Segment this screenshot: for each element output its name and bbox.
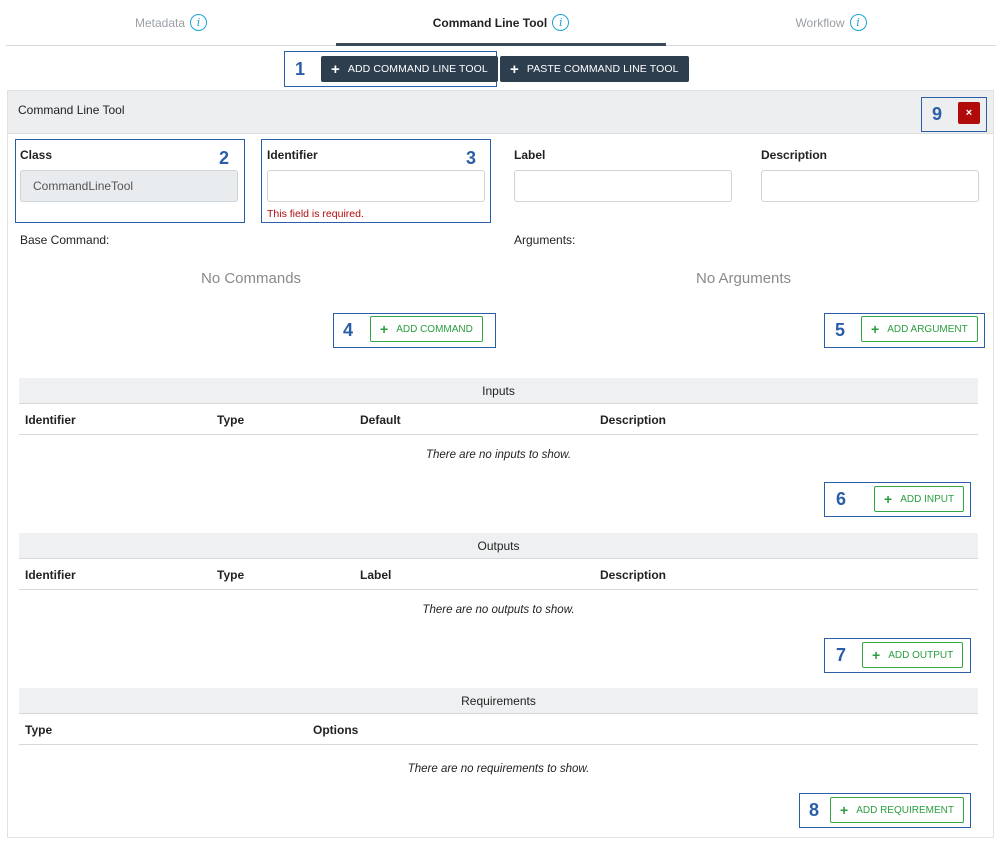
requirements-col-type: Type: [25, 723, 53, 737]
tab-workflow[interactable]: Workflow i: [666, 0, 996, 45]
requirements-table-header: Type Options: [19, 715, 978, 745]
inputs-section-header: Inputs: [19, 378, 978, 404]
plus-icon: +: [380, 321, 389, 337]
label-input[interactable]: [514, 170, 732, 202]
annotation-number-4: 4: [343, 320, 354, 340]
add-command-line-tool-button[interactable]: + ADD COMMAND LINE TOOL: [321, 56, 498, 82]
annotation-number-9: 9: [932, 104, 943, 124]
class-label: Class: [20, 148, 53, 162]
panel-title: Command Line Tool: [18, 103, 125, 117]
add-argument-label: ADD ARGUMENT: [887, 323, 968, 335]
add-input-button[interactable]: + ADD INPUT: [874, 486, 965, 512]
annotation-number-5: 5: [835, 320, 846, 340]
panel-header: Command Line Tool: [8, 91, 993, 134]
outputs-empty-message: There are no outputs to show.: [422, 604, 575, 616]
add-command-label: ADD COMMAND: [396, 323, 473, 335]
add-requirement-button[interactable]: + ADD REQUIREMENT: [830, 797, 964, 823]
info-icon[interactable]: i: [849, 14, 867, 31]
add-command-button[interactable]: + ADD COMMAND: [370, 316, 483, 342]
identifier-label: Identifier: [267, 148, 318, 162]
no-commands-text: No Commands: [201, 270, 302, 287]
annotation-number-1: 1: [295, 59, 306, 79]
inputs-col-default: Default: [360, 413, 401, 427]
add-command-line-tool-label: ADD COMMAND LINE TOOL: [347, 63, 488, 75]
tab-bar: Metadata i Command Line Tool i Workflow …: [6, 0, 996, 46]
plus-icon: +: [871, 321, 880, 337]
inputs-table-header: Identifier Type Default Description: [19, 405, 978, 435]
class-field: CommandLineTool: [20, 170, 238, 202]
arguments-label: Arguments:: [514, 233, 576, 247]
annotation-number-8: 8: [809, 800, 820, 820]
plus-icon: +: [872, 647, 881, 663]
paste-command-line-tool-button[interactable]: + PASTE COMMAND LINE TOOL: [500, 56, 689, 82]
outputs-section-header: Outputs: [19, 533, 978, 559]
plus-icon: +: [510, 60, 519, 78]
inputs-col-description: Description: [600, 413, 667, 427]
inputs-empty-message: There are no inputs to show.: [425, 449, 572, 461]
add-output-button[interactable]: + ADD OUTPUT: [862, 642, 964, 668]
tab-metadata-label: Metadata: [134, 15, 186, 30]
plus-icon: +: [840, 802, 849, 818]
requirements-empty-message: There are no requirements to show.: [407, 763, 590, 775]
paste-command-line-tool-label: PASTE COMMAND LINE TOOL: [526, 63, 679, 75]
add-requirement-label: ADD REQUIREMENT: [856, 804, 954, 816]
identifier-error: This field is required.: [267, 208, 364, 220]
plus-icon: +: [331, 60, 340, 78]
no-arguments-text: No Arguments: [696, 270, 792, 287]
outputs-col-type: Type: [217, 568, 245, 582]
outputs-col-description: Description: [600, 568, 667, 582]
inputs-col-type: Type: [217, 413, 245, 427]
annotation-number-7: 7: [836, 645, 847, 665]
label-label: Label: [514, 148, 546, 162]
plus-icon: +: [884, 491, 893, 507]
requirements-section-header: Requirements: [19, 688, 978, 714]
add-argument-button[interactable]: + ADD ARGUMENT: [861, 316, 978, 342]
close-panel-button[interactable]: ×: [958, 102, 980, 124]
inputs-col-identifier: Identifier: [25, 413, 76, 427]
description-input[interactable]: [761, 170, 979, 202]
base-command-label: Base Command:: [20, 233, 110, 247]
outputs-col-label: Label: [360, 568, 392, 582]
identifier-input[interactable]: [267, 170, 485, 202]
annotation-number-6: 6: [836, 489, 847, 509]
add-output-label: ADD OUTPUT: [888, 649, 954, 661]
info-icon[interactable]: i: [552, 14, 570, 31]
add-input-label: ADD INPUT: [900, 493, 955, 505]
tab-command-line-tool-label: Command Line Tool: [432, 15, 548, 30]
outputs-table-header: Identifier Type Label Description: [19, 560, 978, 590]
requirements-col-options: Options: [313, 723, 359, 737]
tab-workflow-label: Workflow: [795, 15, 845, 30]
outputs-col-identifier: Identifier: [25, 568, 76, 582]
annotation-number-3: 3: [466, 148, 477, 168]
description-label: Description: [761, 148, 828, 162]
tab-metadata[interactable]: Metadata i: [6, 0, 336, 45]
info-icon[interactable]: i: [190, 14, 208, 31]
annotation-number-2: 2: [219, 148, 230, 168]
tab-command-line-tool[interactable]: Command Line Tool i: [336, 0, 666, 46]
